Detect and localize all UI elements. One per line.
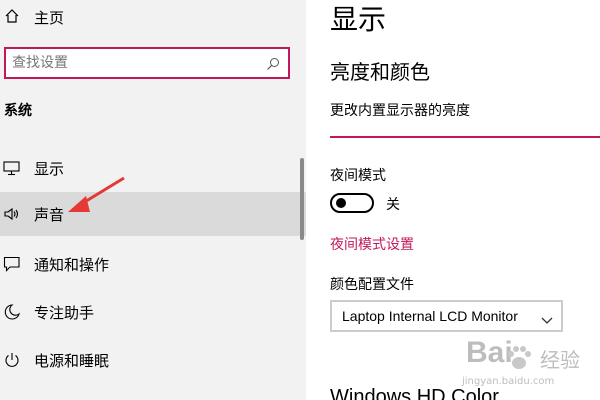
message-icon	[3, 255, 21, 273]
night-light-label: 夜间模式	[330, 168, 386, 184]
sidebar-item-focus-assist[interactable]: 专注助手	[0, 290, 306, 334]
power-icon	[3, 351, 21, 369]
section-title-brightness-color: 亮度和颜色	[330, 60, 430, 84]
sidebar-group-title: 系统	[4, 103, 32, 119]
brightness-slider[interactable]	[330, 136, 600, 138]
hd-color-title: Windows HD Color	[330, 386, 499, 400]
monitor-icon	[3, 159, 21, 177]
moon-icon	[3, 303, 21, 321]
search-box[interactable]	[4, 47, 290, 79]
settings-main-pane: 显示 亮度和颜色 更改内置显示器的亮度 夜间模式 关 夜间模式设置 颜色配置文件…	[306, 0, 600, 400]
night-light-settings-link[interactable]: 夜间模式设置	[330, 234, 414, 254]
page-title: 显示	[330, 3, 387, 36]
color-profile-value: Laptop Internal LCD Monitor	[342, 308, 518, 324]
night-light-toggle[interactable]	[330, 193, 374, 213]
color-profile-label: 颜色配置文件	[330, 277, 414, 293]
search-icon[interactable]	[266, 56, 280, 70]
chevron-down-icon	[541, 311, 553, 324]
home-icon	[4, 8, 20, 24]
sidebar-item-label: 电源和睡眠	[34, 352, 110, 370]
sidebar-item-label: 通知和操作	[34, 256, 110, 274]
sidebar-item-label: 专注助手	[34, 304, 95, 322]
sidebar-item-sound[interactable]: 声音	[0, 192, 306, 236]
color-profile-dropdown[interactable]: Laptop Internal LCD Monitor	[330, 300, 563, 332]
settings-sidebar: 主页 系统 显示 声音 通知和操作 专注助手 电源和睡眠	[0, 0, 306, 400]
sidebar-home-label: 主页	[34, 9, 65, 27]
night-light-state: 关	[386, 197, 400, 213]
sidebar-item-display[interactable]: 显示	[0, 146, 306, 190]
sidebar-item-label: 声音	[34, 206, 65, 224]
search-input[interactable]	[12, 52, 252, 74]
toggle-knob	[336, 198, 346, 208]
brightness-label: 更改内置显示器的亮度	[330, 103, 470, 119]
sidebar-home[interactable]: 主页	[0, 0, 306, 32]
sidebar-item-label: 显示	[34, 160, 65, 178]
sidebar-item-power-sleep[interactable]: 电源和睡眠	[0, 338, 306, 382]
sidebar-scrollbar[interactable]	[300, 158, 304, 240]
speaker-icon	[3, 205, 21, 223]
sidebar-item-notifications[interactable]: 通知和操作	[0, 242, 306, 286]
